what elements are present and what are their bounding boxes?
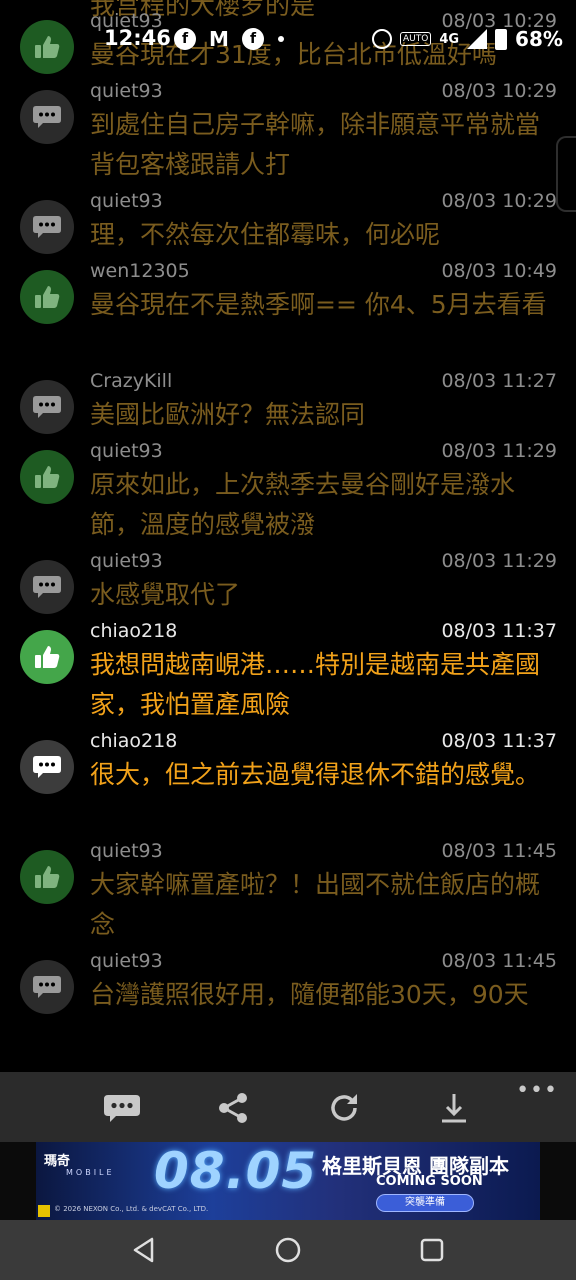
- push-type-like-icon: [20, 850, 74, 904]
- comment-timestamp: 08/03 10:49: [441, 260, 557, 282]
- comment-text: 水感覺取代了: [90, 580, 241, 609]
- thumbs-up-icon: [35, 466, 60, 488]
- refresh-button[interactable]: [322, 1086, 366, 1130]
- push-type-comment-icon: [20, 380, 74, 434]
- ad-container: 瑪奇 MOBILE 08.05 格里斯貝恩 團隊副本 COMING SOON 突…: [0, 1142, 576, 1220]
- ad-cta-button[interactable]: 突襲準備: [376, 1194, 474, 1212]
- comment-timestamp: 08/03 10:29: [441, 80, 557, 102]
- comment-username[interactable]: wen12305: [90, 260, 190, 282]
- back-icon[interactable]: [128, 1234, 160, 1266]
- rating-badge-icon: [38, 1205, 50, 1217]
- comment-username[interactable]: quiet93: [90, 840, 163, 862]
- ad-copyright: © 2026 NEXON Co., Ltd. & devCAT Co., LTD…: [54, 1205, 209, 1213]
- more-options-icon[interactable]: •••: [516, 1078, 558, 1103]
- ad-brand: 瑪奇: [44, 1154, 71, 1169]
- comment-text: 我想問越南峴港……特別是越南是共產國家，我怕置產風險: [90, 650, 541, 719]
- ad-brand-sub: MOBILE: [66, 1168, 115, 1177]
- chat-bubble-icon: [33, 106, 61, 128]
- ad-date: 08.05: [154, 1142, 318, 1200]
- comment-timestamp: 08/03 11:27: [441, 370, 557, 392]
- thumbs-up-icon: [35, 646, 60, 668]
- comment-timestamp: 08/03 11:29: [441, 440, 557, 462]
- thumbs-up-icon: [35, 866, 60, 888]
- comment-text: 到處住自己房子幹嘛，除非願意平常就當背包客棧跟請人打: [90, 110, 541, 179]
- push-type-like-icon: [20, 270, 74, 324]
- push-type-comment-icon: [20, 90, 74, 144]
- comment-username[interactable]: quiet93: [90, 80, 163, 102]
- comment-timestamp: 08/03 11:45: [441, 840, 557, 862]
- comment-timestamp: 08/03 11:29: [441, 550, 557, 572]
- status-bar: 12:46 f M f AUTO 4G 68%: [0, 0, 576, 80]
- bottom-toolbar: •••: [0, 1072, 576, 1142]
- comment-text: 曼谷現在不是熱季啊== 你4、5月去看看: [90, 290, 547, 319]
- comment-list[interactable]: 我宫程的大櫻罗的是 quiet93 08/03 10:29 曼谷現在才31度，比台北…: [0, 0, 576, 1072]
- comment-timestamp: 08/03 11:45: [441, 950, 557, 972]
- push-type-comment-icon: [20, 560, 74, 614]
- comment-timestamp: 08/03 11:37: [441, 620, 557, 642]
- chat-bubble-icon: [33, 216, 61, 238]
- download-icon: [442, 1094, 466, 1123]
- thumbs-up-icon: [35, 286, 60, 308]
- push-type-comment-icon: [20, 960, 74, 1014]
- alarm-icon: [372, 29, 392, 49]
- facebook-icon: f: [242, 28, 264, 50]
- comment-text: 很大，但之前去過覺得退休不錯的感覺。: [90, 760, 541, 789]
- push-type-comment-icon: [20, 740, 74, 794]
- network-type: 4G: [439, 31, 460, 47]
- push-type-like-icon: [20, 450, 74, 504]
- comment-text: 美國比歐洲好？無法認同: [90, 400, 366, 429]
- comment-text: 台灣護照很好用，隨便都能30天，90天: [90, 980, 529, 1009]
- comment-button[interactable]: [100, 1086, 144, 1130]
- comment-username[interactable]: chiao218: [90, 730, 177, 752]
- chat-bubble-icon: [33, 756, 61, 778]
- comment-username[interactable]: quiet93: [90, 190, 163, 212]
- ad-banner[interactable]: 瑪奇 MOBILE 08.05 格里斯貝恩 團隊副本 COMING SOON 突…: [36, 1142, 540, 1220]
- push-type-comment-icon: [20, 200, 74, 254]
- chat-bubble-icon: [33, 396, 61, 418]
- facebook-icon: f: [174, 28, 196, 50]
- comment-username[interactable]: chiao218: [90, 620, 177, 642]
- comment-text: 原來如此，上次熱季去曼谷剛好是潑水節，溫度的感覺被潑: [90, 470, 516, 539]
- comment-username[interactable]: quiet93: [90, 550, 163, 572]
- auto-hz-icon: AUTO: [400, 32, 432, 46]
- system-icons: AUTO 4G 68%: [372, 27, 563, 51]
- comment-timestamp: 08/03 10:29: [441, 190, 557, 212]
- scroll-handle[interactable]: [556, 136, 576, 212]
- signal-icon: [467, 29, 488, 49]
- system-nav-bar: [0, 1220, 576, 1280]
- comment-text: 大家幹嘛置產啦？！出國不就住飯店的概念: [90, 870, 541, 939]
- more-notifications-dot-icon: [278, 36, 284, 42]
- ad-coming-soon: COMING SOON: [376, 1174, 483, 1189]
- battery-icon: [495, 28, 508, 50]
- download-button[interactable]: [432, 1086, 476, 1130]
- comment-timestamp: 08/03 11:37: [441, 730, 557, 752]
- home-icon[interactable]: [272, 1234, 304, 1266]
- recents-icon[interactable]: [416, 1234, 448, 1266]
- refresh-icon: [331, 1094, 357, 1121]
- comment-text: 理，不然每次住都霉味，何必呢: [90, 220, 441, 249]
- comment-icon: [104, 1095, 140, 1122]
- battery-percent: 68%: [515, 27, 563, 51]
- status-time: 12:46: [104, 26, 171, 50]
- notification-icons: f M f: [174, 27, 284, 51]
- share-button[interactable]: [211, 1086, 255, 1130]
- gmail-icon: M: [209, 27, 229, 51]
- chat-bubble-icon: [33, 976, 61, 998]
- comment-username[interactable]: quiet93: [90, 440, 163, 462]
- chat-bubble-icon: [33, 576, 61, 598]
- comment-username[interactable]: CrazyKill: [90, 370, 172, 392]
- push-type-like-icon: [20, 630, 74, 684]
- comment-username[interactable]: quiet93: [90, 950, 163, 972]
- share-icon: [219, 1093, 247, 1123]
